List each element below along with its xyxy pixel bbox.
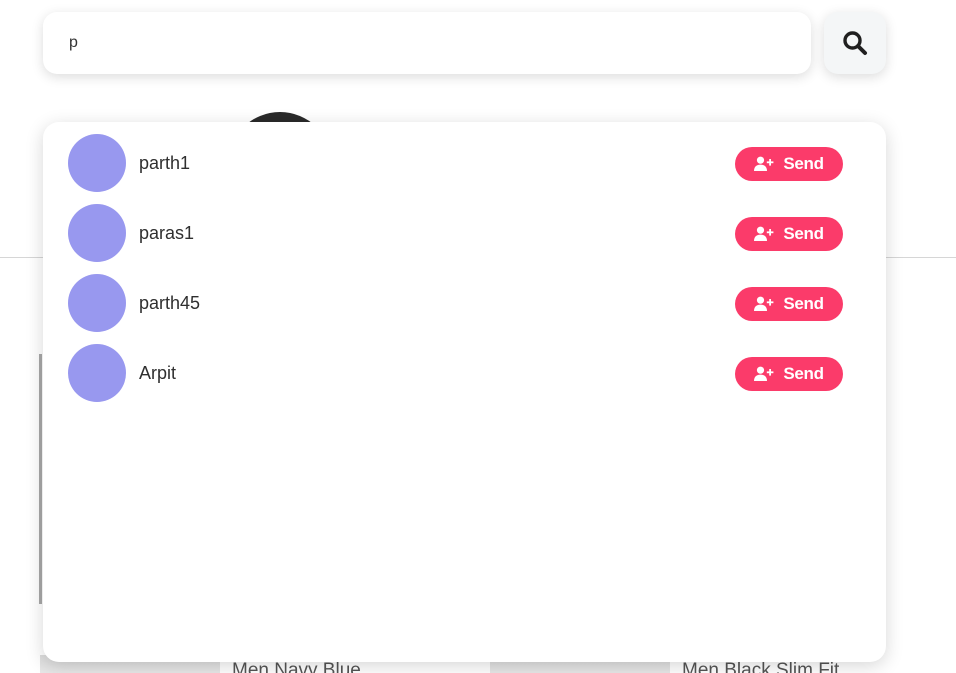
avatar[interactable]	[68, 274, 126, 332]
search-input[interactable]	[43, 12, 811, 74]
user-plus-icon	[754, 366, 774, 382]
user-name[interactable]: parth45	[139, 292, 200, 314]
avatar[interactable]	[68, 204, 126, 262]
result-item[interactable]: Arpit Send	[43, 332, 886, 402]
send-request-button[interactable]: Send	[735, 217, 843, 251]
result-item[interactable]: parth1 Send	[43, 122, 886, 192]
user-name[interactable]: parth1	[139, 152, 190, 174]
user-name[interactable]: paras1	[139, 222, 194, 244]
card-border	[39, 354, 42, 604]
user-plus-icon	[754, 226, 774, 242]
search-button[interactable]	[824, 12, 886, 74]
send-request-button[interactable]: Send	[735, 357, 843, 391]
search-results-dropdown: parth1 Send paras1 Send parth45 Send Arp…	[43, 122, 886, 662]
send-request-button[interactable]: Send	[735, 147, 843, 181]
send-request-button[interactable]: Send	[735, 287, 843, 321]
result-item[interactable]: paras1 Send	[43, 192, 886, 262]
search-box	[43, 12, 811, 74]
send-button-label: Send	[783, 154, 824, 173]
avatar[interactable]	[68, 344, 126, 402]
avatar[interactable]	[68, 134, 126, 192]
send-button-label: Send	[783, 224, 824, 243]
page: Men Navy Blue Men Black Slim Fit parth1 …	[0, 0, 956, 673]
user-plus-icon	[754, 156, 774, 172]
user-name[interactable]: Arpit	[139, 362, 176, 384]
send-button-label: Send	[783, 364, 824, 383]
user-plus-icon	[754, 296, 774, 312]
search-icon	[843, 31, 867, 55]
result-item[interactable]: parth45 Send	[43, 262, 886, 332]
send-button-label: Send	[783, 294, 824, 313]
